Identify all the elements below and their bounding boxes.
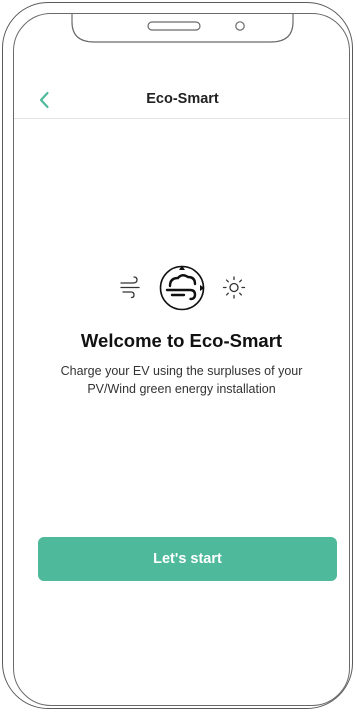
header-divider (14, 118, 349, 119)
wind-icon (120, 276, 140, 299)
eco-smart-logo-icon (159, 265, 205, 311)
phone-frame: Eco-Smart Welcome to Eco-Smart Charge yo… (2, 2, 353, 709)
description-line-1: Charge your EV using the surpluses of yo… (60, 364, 303, 378)
phone-notch (71, 14, 294, 43)
welcome-description: Charge your EV using the surpluses of yo… (28, 362, 335, 398)
page-title: Eco-Smart (146, 91, 219, 107)
navigation-bar: Eco-Smart (14, 82, 349, 118)
description-line-2: PV/Wind green energy installation (87, 382, 276, 396)
welcome-heading: Welcome to Eco-Smart (80, 330, 283, 351)
front-camera (235, 21, 245, 31)
hero-illustration (120, 265, 246, 311)
speaker-grille (147, 21, 201, 31)
sun-icon (222, 276, 246, 299)
lets-start-button[interactable]: Let's start (38, 537, 337, 581)
phone-screen: Eco-Smart Welcome to Eco-Smart Charge yo… (13, 13, 350, 706)
